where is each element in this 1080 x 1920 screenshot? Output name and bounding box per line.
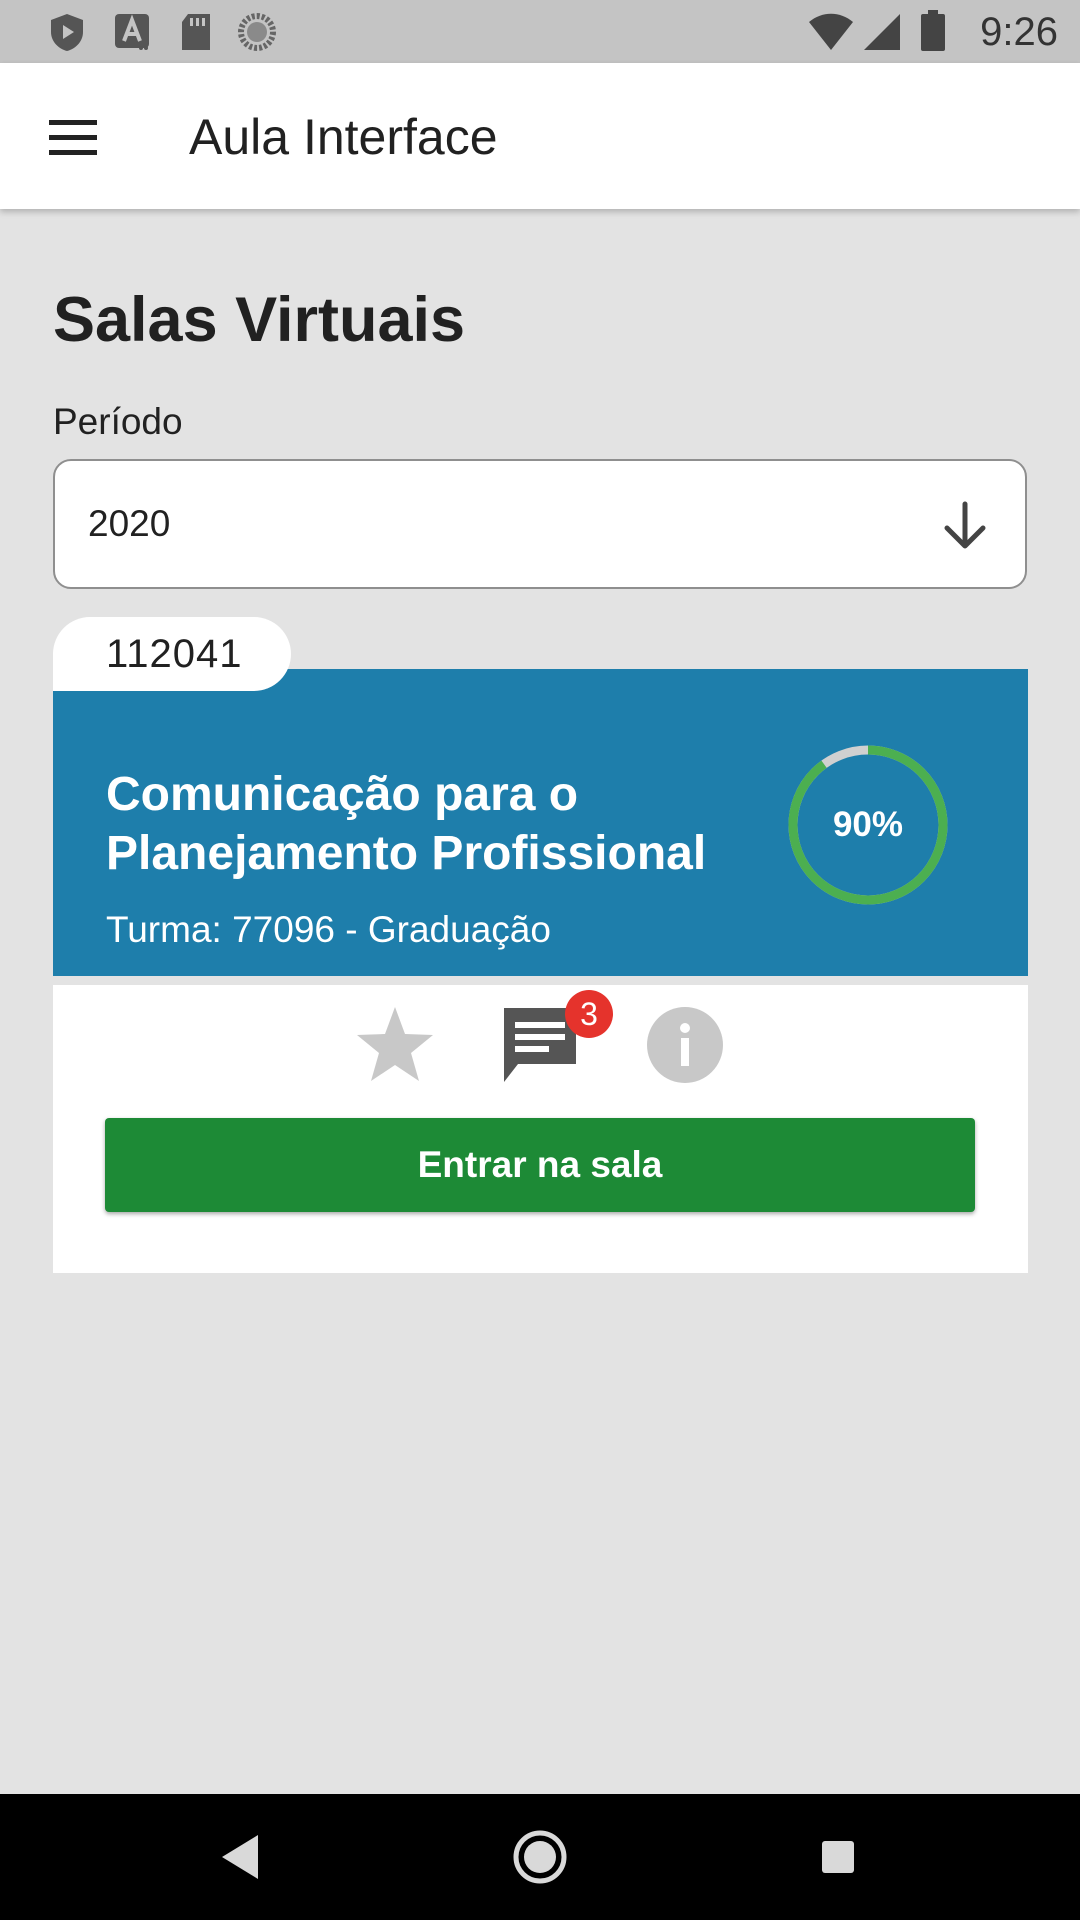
menu-button[interactable]	[28, 93, 118, 183]
course-class-info: Turma: 77096 - Graduação	[106, 909, 551, 950]
info-icon[interactable]	[645, 1005, 725, 1085]
progress-label: 90%	[832, 805, 904, 844]
message-count-badge: 3	[565, 990, 613, 1038]
signal-icon	[864, 14, 900, 50]
period-label: Período	[53, 401, 183, 442]
hamburger-menu-icon	[49, 120, 97, 155]
app-bar	[0, 63, 1080, 209]
shield-play-icon	[51, 14, 83, 51]
text-a-icon	[115, 14, 149, 50]
favorite-star-icon[interactable]	[353, 1003, 437, 1087]
period-select[interactable]: 2020	[53, 459, 1027, 589]
sync-dots-icon	[238, 13, 276, 51]
arrow-down-icon	[944, 501, 986, 549]
sd-card-icon	[182, 14, 210, 50]
period-value: 2020	[88, 503, 171, 544]
course-name: Comunicação para o Planejamento Profissi…	[106, 768, 707, 880]
course-code: 112041	[106, 632, 243, 676]
home-icon[interactable]	[510, 1827, 570, 1887]
wifi-icon	[809, 13, 853, 50]
battery-icon	[921, 10, 945, 51]
status-bar: 9:26	[0, 0, 1080, 63]
recents-icon[interactable]	[808, 1827, 868, 1887]
enter-room-button[interactable]: Entrar na sala	[105, 1118, 975, 1212]
status-time: 9:26	[980, 10, 1058, 54]
app-title: Aula Interface	[189, 109, 498, 165]
course-card[interactable]: Comunicação para o Planejamento Profissi…	[53, 669, 1028, 976]
back-icon[interactable]	[212, 1827, 272, 1887]
page-title: Salas Virtuais	[53, 285, 466, 355]
course-code-tab: 112041	[53, 617, 291, 691]
navigation-bar	[0, 1794, 1080, 1920]
